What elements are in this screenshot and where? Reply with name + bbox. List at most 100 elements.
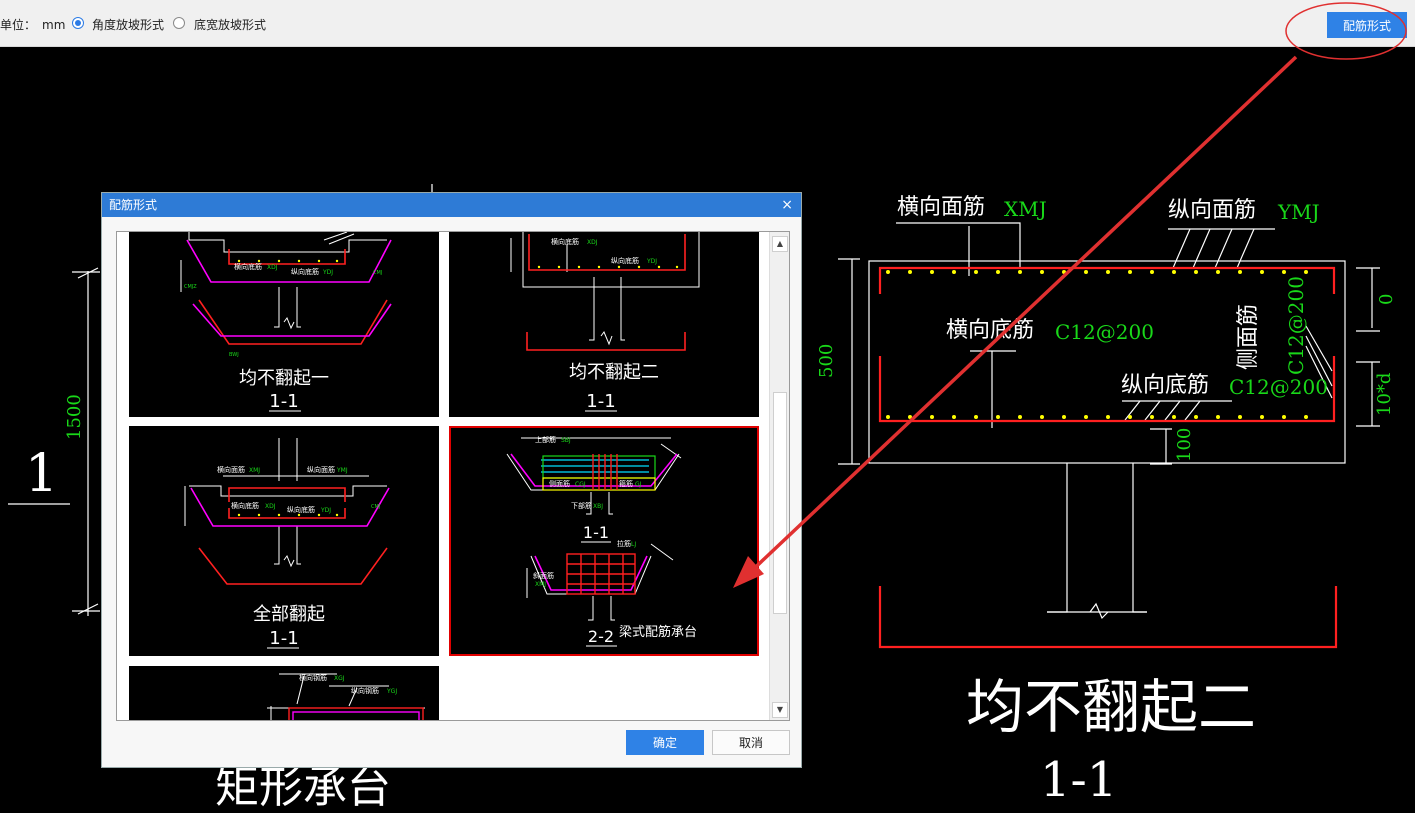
rebar-dot (1018, 415, 1022, 419)
tile-no-bend-2[interactable]: 横向底筋 XDJ 纵向底筋 YDJ 均不翻起二 1-1 (449, 232, 759, 417)
rebar-dot (1062, 270, 1066, 274)
scroll-down-button[interactable]: ▼ (772, 702, 788, 718)
rebar-dot (1128, 270, 1132, 274)
dim-top: 0 (1376, 293, 1397, 305)
tile4-title: 梁式配筋承台 (619, 624, 697, 640)
tile-beam-pile-cap[interactable]: 上部筋 SBJ 侧面筋 CGJ 箍筋 GJ 下部筋 XBJ 拉筋 LJ 斜面筋 … (449, 426, 759, 656)
rebar-dot (908, 415, 912, 419)
tile-beam-pile-cap-drawing: 上部筋 SBJ 侧面筋 CGJ 箍筋 GJ 下部筋 XBJ 拉筋 LJ 斜面筋 … (506, 435, 697, 647)
tile2-label-bottom-x: 横向底筋 (551, 237, 579, 246)
rebar-dot (952, 270, 956, 274)
tile4-label-stirrup: 箍筋 (619, 479, 633, 488)
rebar-form-gallery: 横向底筋 XDJ 纵向底筋 YDJ CMJZ CMJ BWJ 均不翻起一 1-1 (116, 231, 790, 721)
rebar-dots-bottom (886, 415, 1308, 419)
tile3-code-bottom-y: YDJ (320, 507, 331, 514)
left-bottom-title: 矩形承台 (215, 762, 391, 813)
tile2-section: 1-1 (586, 391, 615, 412)
tile3-code-side: CMJ (371, 504, 380, 510)
rebar-dot (996, 270, 1000, 274)
rebar-dot (1304, 415, 1308, 419)
tile3-code-top-x: XMJ (249, 467, 260, 474)
tile4-label-upper: 上部筋 (535, 435, 556, 444)
rebar-dot (908, 270, 912, 274)
code-bottom-y: C12@200 (1229, 375, 1328, 399)
tile3-label-bottom-x: 横向底筋 (231, 501, 259, 510)
tile3-title: 全部翻起 (253, 604, 325, 625)
rebar-dot (1062, 415, 1066, 419)
rebar-dot (1172, 415, 1176, 419)
tile-no-bend-1-drawing: 横向底筋 XDJ 纵向底筋 YDJ CMJZ CMJ BWJ 均不翻起一 1-1 (180, 232, 392, 412)
tile4-code-stirrup: GJ (635, 481, 642, 488)
tile1-code-bottom-x: XDJ (267, 264, 278, 271)
rebar-dot (1106, 270, 1110, 274)
radio-width-slope[interactable] (173, 17, 185, 29)
dim-side: 10*d (1374, 372, 1395, 416)
rebar-dot (1084, 270, 1088, 274)
rebar-dot (1040, 415, 1044, 419)
tile-no-bend-1[interactable]: 横向底筋 XDJ 纵向底筋 YDJ CMJZ CMJ BWJ 均不翻起一 1-1 (129, 232, 439, 417)
rebar-dot (974, 415, 978, 419)
rebar-dots-top (886, 270, 1308, 274)
gallery-scrollbar[interactable]: ▲ ▼ (769, 232, 789, 720)
tile5-label-top-x: 横向钢筋 (299, 673, 327, 682)
tile3-section: 1-1 (269, 628, 298, 649)
tile-rectangular-cap-drawing: 横向钢筋 XGJ 纵向钢筋 YGJ (267, 673, 425, 720)
rebar-dot (996, 415, 1000, 419)
radio-angle-slope-label[interactable]: 角度放坡形式 (92, 18, 164, 32)
tile5-code-top-x: XGJ (334, 675, 345, 682)
radio-angle-slope[interactable] (72, 17, 84, 29)
tile3-label-bottom-y: 纵向底筋 (287, 505, 315, 514)
label-bottom-x: 横向底筋 (946, 318, 1035, 343)
rebar-dot (1260, 415, 1264, 419)
rebar-dot (1304, 270, 1308, 274)
label-top-y: 纵向面筋 (1168, 198, 1257, 223)
label-top-x: 横向面筋 (897, 195, 986, 220)
radio-width-slope-label[interactable]: 底宽放坡形式 (194, 18, 266, 32)
tile4-code-upper: SBJ (561, 437, 571, 444)
code-top-y: YMJ (1278, 200, 1320, 224)
tile4-label-side: 侧面筋 (549, 479, 570, 488)
tile4-code-lower: XBJ (593, 503, 603, 510)
rebar-dot (1238, 270, 1242, 274)
scroll-up-button[interactable]: ▲ (772, 236, 788, 252)
top-toolbar: 单位： mm 角度放坡形式 底宽放坡形式 配筋形式 (0, 0, 1415, 47)
dim-height: 500 (816, 343, 837, 378)
tile3-code-bottom-x: XDJ (265, 503, 276, 510)
tile4-label-slope: 斜面筋 (533, 571, 554, 580)
detail-title: 均不翻起二 (966, 673, 1257, 741)
tile4-section-b: 2-2 (588, 627, 614, 646)
tile-rectangular-cap[interactable]: 横向钢筋 XGJ 纵向钢筋 YGJ (129, 666, 439, 720)
tile1-code-bend: BWJ (229, 352, 239, 358)
tile4-code-tie: LJ (631, 541, 636, 548)
tile4-code-side: CGJ (575, 481, 586, 488)
label-side: 侧面筋 (1236, 303, 1261, 370)
tile2-label-bottom-y: 纵向底筋 (611, 256, 639, 265)
tile-all-bend[interactable]: 横向面筋 XMJ 纵向面筋 YMJ 横向底筋 XDJ 纵向底筋 YDJ CMJ … (129, 426, 439, 656)
rebar-dot (886, 270, 890, 274)
tile1-label-bottom-y: 纵向底筋 (291, 267, 319, 276)
tile3-label-top-y: 纵向面筋 (307, 465, 335, 474)
tile1-code-side: CMJ (373, 270, 382, 276)
rebar-dot (886, 415, 890, 419)
rebar-dot (1194, 270, 1198, 274)
scroll-thumb[interactable] (773, 392, 787, 614)
rebar-dot (1216, 270, 1220, 274)
tile5-code-top-y: YGJ (386, 688, 397, 695)
code-top-x: XMJ (1004, 197, 1047, 221)
tile1-title: 均不翻起一 (239, 368, 329, 389)
close-icon[interactable]: × (781, 197, 793, 213)
dialog-titlebar[interactable]: 配筋形式 × (102, 193, 801, 217)
rebar-dot (930, 270, 934, 274)
rebar-form-button[interactable]: 配筋形式 (1327, 12, 1407, 38)
tile4-code-slope: XMJ (535, 581, 546, 588)
tile1-label-bottom-x: 横向底筋 (234, 262, 262, 271)
rebar-dot (1106, 415, 1110, 419)
tile1-code-bottom-y: YDJ (322, 269, 333, 276)
ok-button[interactable]: 确定 (626, 730, 704, 755)
tile5-label-top-y: 纵向钢筋 (351, 686, 379, 695)
rebar-dot (930, 415, 934, 419)
label-bottom-y: 纵向底筋 (1121, 373, 1210, 398)
rebar-dot (1194, 415, 1198, 419)
code-side: C12@200 (1284, 276, 1308, 375)
cancel-button[interactable]: 取消 (712, 730, 790, 755)
